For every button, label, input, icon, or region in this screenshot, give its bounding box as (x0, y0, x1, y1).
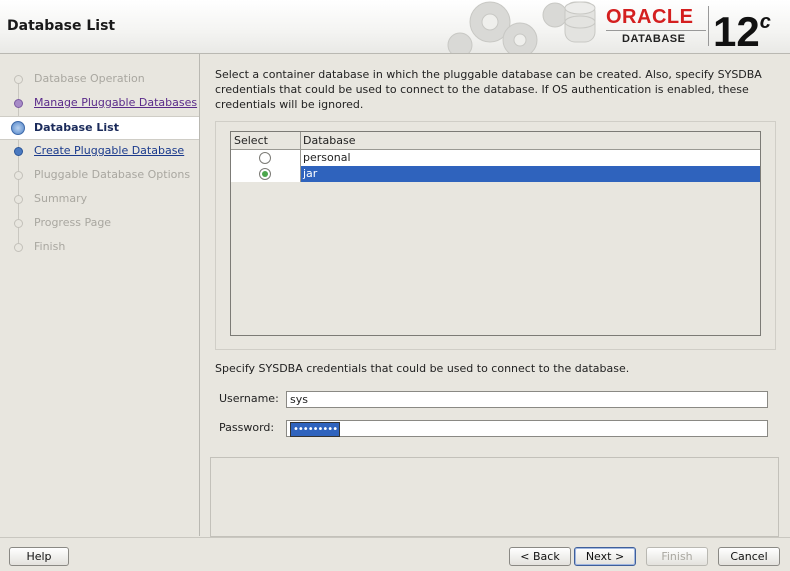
table-row[interactable]: personal (231, 150, 760, 167)
nav-item-pluggable-database-options: Pluggable Database Options (0, 164, 199, 186)
table-row[interactable]: jar (231, 166, 760, 182)
cancel-button[interactable]: Cancel (718, 547, 780, 566)
back-button[interactable]: < Back (509, 547, 571, 566)
username-label: Username: (219, 392, 279, 405)
password-field[interactable]: ••••••••• (286, 420, 768, 437)
page-title: Database List (7, 18, 116, 34)
nav-item-progress-page: Progress Page (0, 212, 199, 234)
database-table[interactable]: Select Database personal jar (230, 131, 761, 336)
oracle-brand: ORACLE (606, 6, 694, 28)
nav-item-finish: Finish (0, 236, 199, 258)
finish-button[interactable]: Finish (646, 547, 708, 566)
title-bar: Database List ORACLE DATABASE 12c (0, 0, 790, 55)
step-dot-icon (14, 171, 23, 180)
database-product: DATABASE (622, 33, 686, 45)
step-dot-icon (14, 75, 23, 84)
nav-item-create-pluggable-database[interactable]: Create Pluggable Database (0, 140, 199, 162)
credentials-note: Specify SYSDBA credentials that could be… (215, 362, 630, 375)
nav-item-database-operation: Database Operation (0, 68, 199, 90)
step-dot-icon (14, 243, 23, 252)
version-label: 12c (713, 8, 771, 55)
column-header-select: Select (234, 134, 268, 147)
instructions-text: Select a container database in which the… (215, 68, 762, 111)
message-area (210, 457, 779, 537)
help-button[interactable]: Help (9, 547, 69, 566)
password-label: Password: (219, 421, 275, 434)
step-dot-icon (14, 195, 23, 204)
step-dot-icon (14, 147, 23, 156)
gears-graphic (447, 1, 596, 53)
username-value: sys (290, 393, 308, 406)
radio-button[interactable] (259, 152, 271, 164)
nav-item-summary: Summary (0, 188, 199, 210)
nav-item-database-list: Database List (0, 116, 199, 140)
oracle-logo: ORACLE DATABASE 12c (600, 0, 790, 55)
wizard-steps-nav: Database Operation Manage Pluggable Data… (0, 54, 200, 536)
column-header-database: Database (303, 134, 356, 147)
database-name: jar (303, 167, 318, 180)
current-step-icon (11, 121, 25, 135)
database-name: personal (303, 151, 351, 164)
step-dot-icon (14, 99, 23, 108)
password-value: ••••••••• (290, 422, 341, 437)
step-dot-icon (14, 219, 23, 228)
next-button[interactable]: Next > (574, 547, 636, 566)
radio-button-selected[interactable] (259, 168, 271, 180)
table-header: Select Database (231, 132, 760, 150)
button-bar: Help < Back Next > Finish Cancel (0, 537, 790, 571)
nav-item-manage-pluggable-databases[interactable]: Manage Pluggable Databases (0, 92, 199, 114)
username-field[interactable]: sys (286, 391, 768, 408)
